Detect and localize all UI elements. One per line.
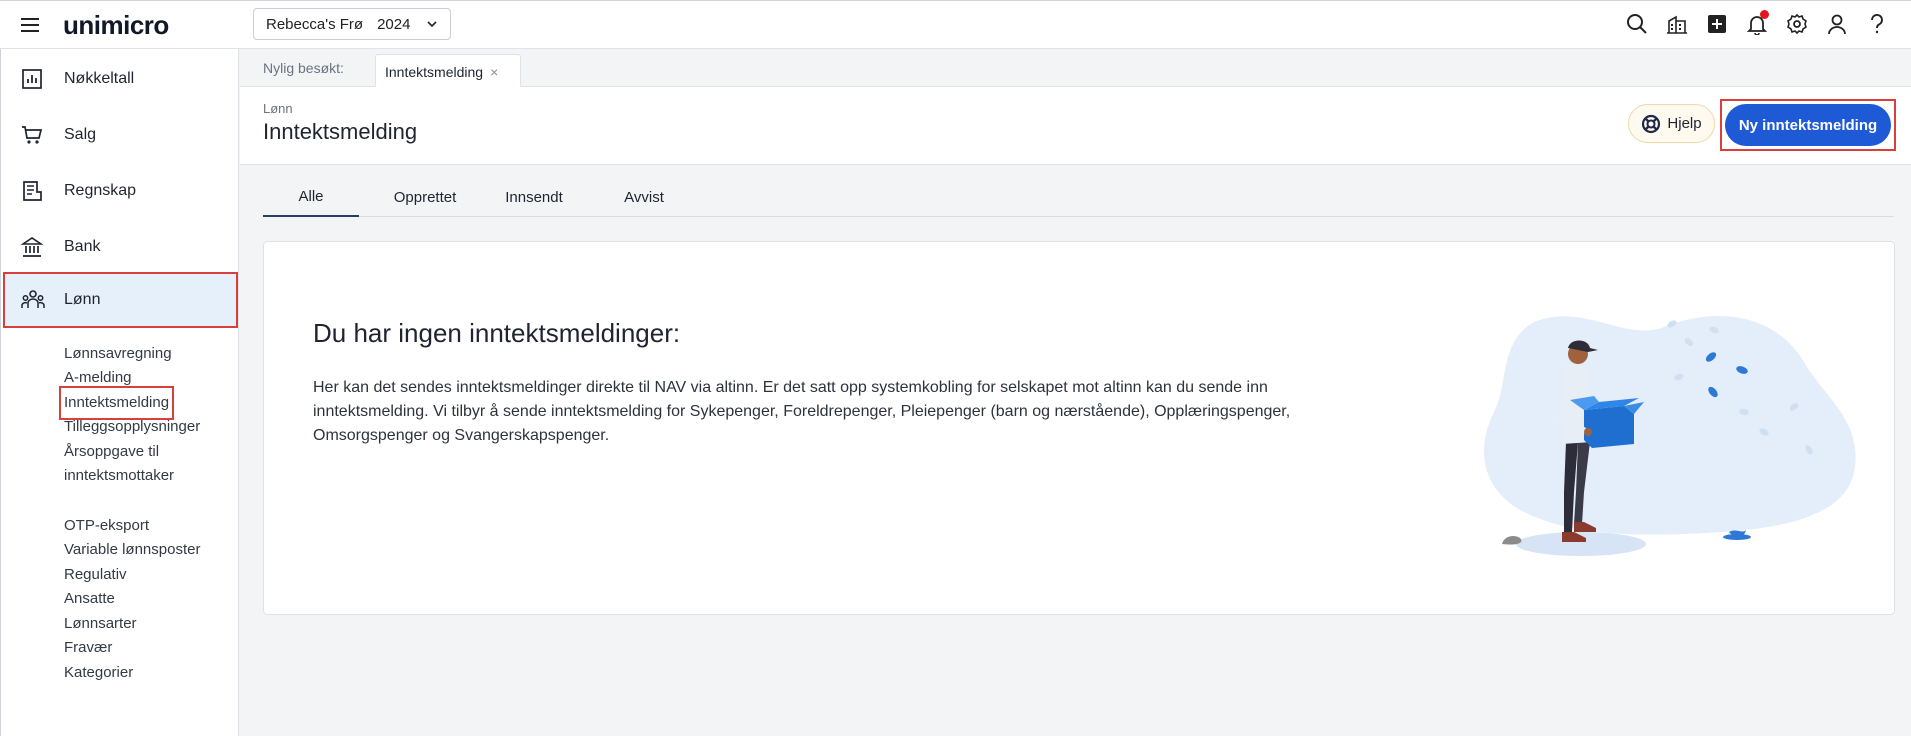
cart-icon bbox=[21, 124, 43, 146]
sidebar-item-label: Lønn bbox=[64, 291, 101, 308]
breadcrumb[interactable]: Lønn bbox=[263, 101, 293, 116]
tab-innsendt[interactable]: Innsendt bbox=[486, 177, 582, 217]
menu-icon[interactable] bbox=[19, 14, 43, 36]
empty-state-title: Du har ingen inntektsmeldinger: bbox=[313, 318, 681, 348]
help-button[interactable]: Hjelp bbox=[1628, 104, 1715, 143]
subnav-kategorier[interactable]: Kategorier bbox=[64, 661, 133, 685]
sidebar-item-nokkeltall[interactable]: Nøkkeltall bbox=[1, 51, 240, 107]
subnav-lonnsarter[interactable]: Lønnsarter bbox=[64, 612, 137, 636]
empty-state-card: Du har ingen inntektsmeldinger: Her kan … bbox=[263, 241, 1895, 615]
help-button-label: Hjelp bbox=[1667, 115, 1702, 132]
bell-icon[interactable] bbox=[1745, 10, 1769, 37]
subnav-tilleggsopplysninger[interactable]: Tilleggsopplysninger bbox=[64, 415, 200, 439]
sidebar-item-bank[interactable]: Bank bbox=[1, 219, 240, 275]
subnav-ansatte[interactable]: Ansatte bbox=[64, 587, 115, 611]
search-icon[interactable] bbox=[1625, 11, 1649, 37]
recent-tab-label: Inntektsmelding bbox=[385, 63, 484, 80]
logo[interactable]: unimicro bbox=[63, 10, 169, 41]
recent-tab-inntektsmelding[interactable]: Inntektsmelding × bbox=[375, 54, 521, 88]
sidebar: Nøkkeltall Salg Regnskap Bank Lønn Lønns… bbox=[0, 49, 239, 736]
empty-box-illustration bbox=[1474, 282, 1874, 582]
subnav-a-melding[interactable]: A-melding bbox=[64, 366, 132, 390]
subnav-variable-lonnsposter[interactable]: Variable lønnsposter bbox=[64, 538, 200, 562]
add-icon[interactable] bbox=[1705, 11, 1729, 37]
help-icon[interactable] bbox=[1865, 11, 1889, 37]
sidebar-item-label: Nøkkeltall bbox=[64, 70, 135, 87]
people-icon bbox=[21, 289, 45, 311]
sidebar-item-label: Regnskap bbox=[64, 182, 137, 199]
company-icon[interactable] bbox=[1665, 11, 1689, 37]
close-icon[interactable]: × bbox=[490, 64, 498, 80]
sidebar-item-salg[interactable]: Salg bbox=[1, 107, 240, 163]
sidebar-item-label: Salg bbox=[64, 126, 97, 143]
subnav-inntektsmelding[interactable]: Inntektsmelding bbox=[58, 386, 175, 420]
subnav-otp-eksport[interactable]: OTP-eksport bbox=[64, 514, 149, 538]
company-selector[interactable]: Rebecca's Frø 2024 bbox=[253, 8, 451, 40]
bank-icon bbox=[21, 236, 43, 258]
tab-opprettet[interactable]: Opprettet bbox=[377, 177, 473, 217]
chart-icon bbox=[21, 68, 43, 90]
subnav-arsoppgave-line2: inntektsmottaker bbox=[64, 467, 175, 484]
ledger-icon bbox=[21, 180, 43, 202]
tab-alle[interactable]: Alle bbox=[263, 177, 359, 217]
company-name: Rebecca's Frø bbox=[266, 15, 364, 33]
recently-visited-bar: Nylig besøkt: Inntektsmelding × bbox=[240, 49, 1911, 88]
subnav-lonnsavregning[interactable]: Lønnsavregning bbox=[64, 342, 172, 366]
sidebar-item-regnskap[interactable]: Regnskap bbox=[1, 163, 240, 219]
subnav-arsoppgave-line1: Årsoppgave til bbox=[64, 443, 160, 460]
notification-dot bbox=[1760, 10, 1769, 19]
subnav-regulativ[interactable]: Regulativ bbox=[64, 563, 127, 587]
top-icons bbox=[1625, 10, 1889, 37]
company-year: 2024 bbox=[377, 15, 411, 33]
recently-visited-label: Nylig besøkt: bbox=[263, 60, 344, 76]
subnav-fravaer[interactable]: Fravær bbox=[64, 636, 112, 660]
sidebar-item-lonn[interactable]: Lønn bbox=[3, 272, 238, 328]
lifebuoy-icon bbox=[1641, 114, 1661, 134]
empty-state-text: Her kan det sendes inntektsmeldinger dir… bbox=[313, 379, 1291, 444]
gear-icon[interactable] bbox=[1785, 11, 1809, 37]
page-title: Inntektsmelding bbox=[263, 119, 418, 144]
tab-avvist[interactable]: Avvist bbox=[596, 177, 692, 217]
new-button-highlight: Ny inntektsmelding bbox=[1720, 99, 1896, 151]
user-icon[interactable] bbox=[1825, 11, 1849, 37]
sidebar-item-label: Bank bbox=[64, 238, 101, 255]
subnav-arsoppgave[interactable]: Årsoppgave til inntektsmottaker bbox=[64, 440, 174, 488]
new-inntektsmelding-button[interactable]: Ny inntektsmelding bbox=[1725, 104, 1891, 146]
chevron-down-icon bbox=[426, 18, 438, 30]
page-header: Lønn Inntektsmelding Hjelp Ny inntektsme… bbox=[240, 87, 1911, 165]
top-bar: unimicro Rebecca's Frø 2024 bbox=[0, 0, 1911, 49]
filter-tabs: Alle Opprettet Innsendt Avvist bbox=[263, 177, 1894, 217]
